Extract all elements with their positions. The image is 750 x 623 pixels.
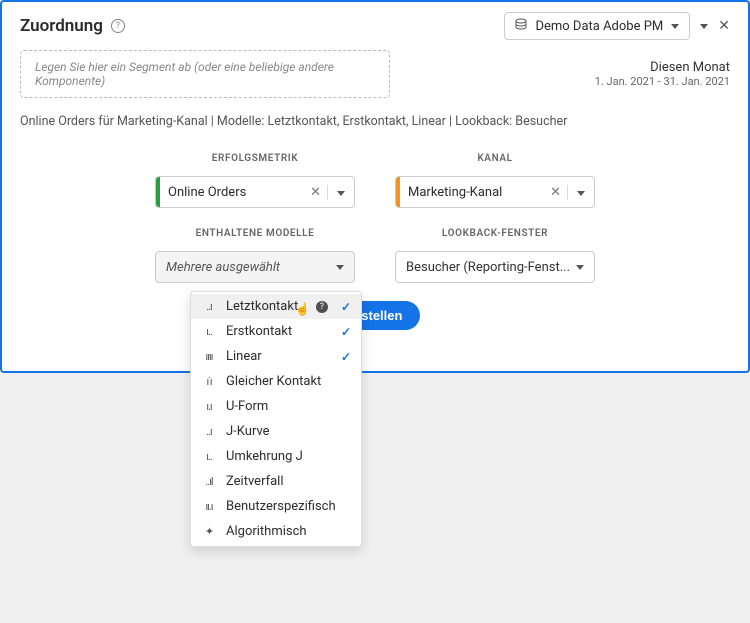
models-value: Mehrere ausgewählt (166, 260, 280, 275)
model-icon: ıııı (201, 350, 217, 363)
model-label: U-Form (226, 399, 351, 414)
channel-field[interactable]: Marketing-Kanal ✕ (395, 176, 595, 208)
metric-value: Online Orders (160, 185, 304, 200)
model-option[interactable]: ..ı J-Kurve (191, 419, 361, 444)
date-range-label: Diesen Monat (595, 60, 730, 75)
model-label: Zeitverfall (226, 474, 351, 489)
date-range-detail: 1. Jan. 2021 - 31. Jan. 2021 (595, 75, 730, 88)
clear-channel-button[interactable]: ✕ (544, 185, 567, 200)
model-option[interactable]: ✦ Algorithmisch (191, 519, 361, 544)
model-label: Linear (226, 349, 332, 364)
model-option[interactable]: ıııı Linear ✓ (191, 344, 361, 369)
panel-title: Zuordnung (20, 16, 103, 36)
channel-section-label: KANAL (395, 153, 595, 164)
panel-header: Zuordnung ? Demo Data Adobe PM ✕ (2, 2, 748, 44)
chevron-down-icon (576, 265, 584, 270)
model-option[interactable]: ı.. Erstkontakt ✓ (191, 319, 361, 344)
model-label: Letztkontakt (226, 299, 307, 314)
model-option[interactable]: ı˙ı Gleicher Kontakt (191, 369, 361, 394)
check-icon: ✓ (341, 300, 351, 314)
model-icon: ı.. (201, 325, 217, 338)
model-label: Gleicher Kontakt (226, 374, 351, 389)
report-suite-selector[interactable]: Demo Data Adobe PM (504, 12, 690, 40)
model-icon: ..ı (201, 300, 217, 313)
model-label: Algorithmisch (226, 524, 351, 539)
check-icon: ✓ (341, 325, 351, 339)
model-option[interactable]: ..ıl Zeitverfall (191, 469, 361, 494)
model-icon: ..ı (201, 425, 217, 438)
report-suite-label: Demo Data Adobe PM (535, 19, 663, 34)
segment-dropzone[interactable]: Legen Sie hier ein Segment ab (oder eine… (20, 50, 390, 98)
model-icon: ıı.ı (201, 500, 217, 513)
models-select[interactable]: Mehrere ausgewählt (155, 251, 355, 283)
help-icon[interactable]: ? (111, 19, 125, 33)
model-option[interactable]: ..ıLetztkontakt?☝✓ (191, 294, 361, 319)
model-icon: ..ıl (201, 475, 217, 488)
date-range-selector[interactable]: Diesen Monat 1. Jan. 2021 - 31. Jan. 202… (595, 60, 730, 88)
models-section-label: ENTHALTENE MODELLE (155, 228, 355, 239)
model-icon: ı˙ı (201, 375, 217, 388)
collapse-toggle[interactable] (700, 24, 708, 29)
model-icon: ı.ı (201, 400, 217, 413)
model-option[interactable]: ı.ı U-Form (191, 394, 361, 419)
metric-dropdown-toggle[interactable] (327, 185, 354, 200)
model-label: Benutzerspezifisch (226, 499, 351, 514)
model-label: J-Kurve (226, 424, 351, 439)
lookback-select[interactable]: Besucher (Reporting-Fenst... (395, 251, 595, 283)
attribution-panel: Zuordnung ? Demo Data Adobe PM ✕ Legen S… (0, 0, 750, 373)
clear-metric-button[interactable]: ✕ (304, 185, 327, 200)
model-option[interactable]: ıı.ı Benutzerspezifisch (191, 494, 361, 519)
check-icon: ✓ (341, 350, 351, 364)
model-help-icon[interactable]: ? (316, 301, 328, 313)
model-label: Erstkontakt (226, 324, 332, 339)
metric-section-label: ERFOLGSMETRIK (155, 153, 355, 164)
panel-description: Online Orders für Marketing-Kanal | Mode… (20, 114, 730, 129)
chevron-down-icon (336, 265, 344, 270)
success-metric-field[interactable]: Online Orders ✕ (155, 176, 355, 208)
models-dropdown-menu: ..ıLetztkontakt?☝✓ı..Erstkontakt✓ııııLin… (190, 291, 362, 547)
model-option[interactable]: ı.. Umkehrung J (191, 444, 361, 469)
chevron-down-icon (671, 24, 679, 29)
close-panel-button[interactable]: ✕ (718, 18, 730, 34)
channel-value: Marketing-Kanal (400, 185, 544, 200)
model-icon: ı.. (201, 450, 217, 463)
lookback-section-label: LOOKBACK-FENSTER (395, 228, 595, 239)
channel-dropdown-toggle[interactable] (567, 185, 594, 200)
model-icon: ✦ (201, 525, 217, 538)
lookback-value: Besucher (Reporting-Fenst... (406, 260, 570, 275)
model-label: Umkehrung J (226, 449, 351, 464)
data-icon (515, 18, 527, 34)
